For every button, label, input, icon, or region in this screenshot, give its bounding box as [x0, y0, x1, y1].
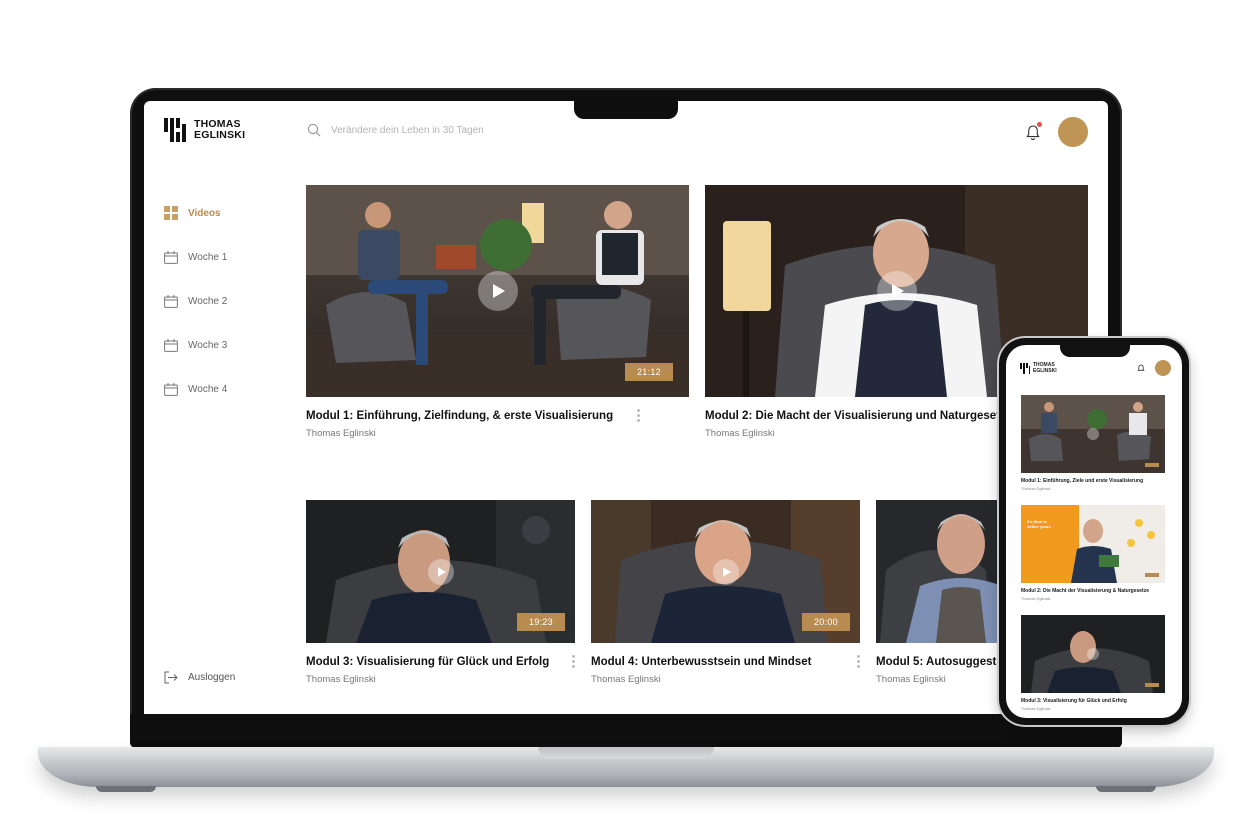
video-author: Thomas Eglinski — [306, 428, 376, 439]
video-thumbnail[interactable]: 19:23 — [306, 500, 575, 643]
sidebar-item-label: Videos — [188, 207, 221, 219]
notification-bell-icon[interactable] — [1137, 364, 1145, 373]
play-button[interactable] — [712, 558, 739, 585]
play-icon — [493, 284, 505, 298]
video-thumbnail[interactable]: 21:12 — [306, 185, 689, 397]
video-author: Thomas Eglinski — [306, 674, 376, 685]
video-card[interactable]: 21:12 Modul 1: Einführung, Zielfindung, … — [306, 185, 689, 439]
logo-mark-icon — [1020, 362, 1030, 374]
logout-icon — [164, 671, 178, 684]
phone-screen: THOMAS EGLINSKI Modul 1: Einführung, Zie… — [1006, 345, 1182, 718]
phone-notch — [1060, 343, 1130, 357]
video-title[interactable]: Modul 4: Unterbewusstsein und Mindset — [591, 656, 860, 668]
speaker-scene — [1021, 505, 1165, 583]
video-author: Thomas Eglinski — [1021, 596, 1051, 601]
video-duration: 20:00 — [801, 613, 850, 631]
video-title[interactable]: Modul 2: Die Macht der Visualisierung & … — [1021, 588, 1165, 594]
calendar-icon — [164, 338, 178, 352]
play-icon — [892, 284, 904, 298]
video-thumbnail[interactable]: 20:00 — [591, 500, 860, 643]
mobile-video-card[interactable]: It's time to define yours Modul 2: Die M… — [1021, 505, 1165, 601]
sidebar-item-woche-3[interactable]: Woche 3 — [164, 323, 284, 367]
calendar-icon — [164, 382, 178, 396]
search-input[interactable]: Verändere dein Leben in 30 Tagen — [331, 125, 484, 136]
video-title[interactable]: Modul 1: Einführung, Zielfindung, & erst… — [306, 410, 689, 422]
play-button[interactable] — [1087, 428, 1099, 440]
laptop-screen: THOMAS EGLINSKI Verändere dein Leben in … — [144, 101, 1108, 714]
sidebar-item-videos[interactable]: Videos — [164, 191, 284, 235]
video-thumbnail[interactable]: It's time to define yours — [1021, 505, 1165, 583]
play-button[interactable] — [477, 271, 518, 311]
search-bar[interactable]: Verändere dein Leben in 30 Tagen — [307, 123, 484, 137]
sidebar-item-woche-4[interactable]: Woche 4 — [164, 367, 284, 411]
video-card[interactable]: 20:00 Modul 4: Unterbewusstsein und Mind… — [591, 500, 860, 685]
video-author: Thomas Eglinski — [1021, 706, 1051, 711]
video-duration: 21:12 — [624, 363, 673, 381]
logout-button[interactable]: Ausloggen — [164, 671, 235, 684]
calendar-icon — [164, 294, 178, 308]
laptop-chin — [130, 714, 1122, 748]
grid-icon — [164, 206, 178, 220]
sidebar-item-woche-1[interactable]: Woche 1 — [164, 235, 284, 279]
play-button[interactable] — [876, 271, 917, 311]
laptop-foot — [1096, 786, 1156, 792]
brand-logo[interactable]: THOMAS EGLINSKI — [164, 118, 245, 142]
video-duration — [1145, 683, 1159, 687]
video-thumbnail[interactable] — [1021, 395, 1165, 473]
laptop-foot — [96, 786, 156, 792]
more-options-icon[interactable] — [637, 409, 640, 422]
logo-mark-icon — [164, 118, 188, 142]
logout-label: Ausloggen — [188, 672, 236, 683]
video-author: Thomas Eglinski — [591, 674, 661, 685]
logo-text: THOMAS EGLINSKI — [1033, 362, 1057, 374]
brand-logo[interactable]: THOMAS EGLINSKI — [1020, 362, 1057, 374]
video-duration — [1145, 463, 1159, 467]
video-thumbnail[interactable] — [1021, 615, 1165, 693]
laptop-camera-notch — [574, 99, 678, 119]
avatar[interactable] — [1155, 360, 1171, 376]
logo-text: THOMAS EGLINSKI — [194, 118, 246, 141]
mobile-video-card[interactable]: Modul 3: Visualisierung für Glück und Er… — [1021, 615, 1165, 711]
video-title[interactable]: Modul 3: Visualisierung für Glück und Er… — [1021, 698, 1165, 704]
notification-dot — [1037, 122, 1042, 127]
video-duration: 19:23 — [516, 613, 565, 631]
mobile-video-card[interactable]: Modul 1: Einführung, Ziele und erste Vis… — [1021, 395, 1165, 491]
sidebar-item-label: Woche 3 — [188, 339, 228, 351]
laptop-base-groove — [538, 747, 714, 759]
sidebar-item-label: Woche 2 — [188, 295, 228, 307]
video-card[interactable]: 19:23 Modul 3: Visualisierung für Glück … — [306, 500, 575, 685]
play-button[interactable] — [427, 558, 454, 585]
play-icon — [723, 566, 731, 577]
play-icon — [438, 566, 446, 577]
banner-text: It's time to define yours — [1027, 519, 1051, 529]
search-icon — [307, 123, 321, 137]
sidebar-nav: Videos Woche 1 Woche 2 Woche 3 Woche 4 — [164, 191, 284, 411]
avatar[interactable] — [1058, 117, 1088, 147]
sidebar-item-label: Woche 1 — [188, 251, 228, 263]
sidebar-item-label: Woche 4 — [188, 383, 228, 395]
calendar-icon — [164, 250, 178, 264]
more-options-icon[interactable] — [572, 655, 575, 668]
more-options-icon[interactable] — [857, 655, 860, 668]
video-title[interactable]: Modul 1: Einführung, Ziele und erste Vis… — [1021, 478, 1165, 484]
device-mockup-stage: THOMAS EGLINSKI Verändere dein Leben in … — [0, 0, 1251, 824]
video-title[interactable]: Modul 3: Visualisierung für Glück und Er… — [306, 656, 575, 668]
play-button[interactable] — [1087, 648, 1099, 660]
sidebar-item-woche-2[interactable]: Woche 2 — [164, 279, 284, 323]
video-duration — [1145, 573, 1159, 577]
video-author: Thomas Eglinski — [1021, 486, 1051, 491]
